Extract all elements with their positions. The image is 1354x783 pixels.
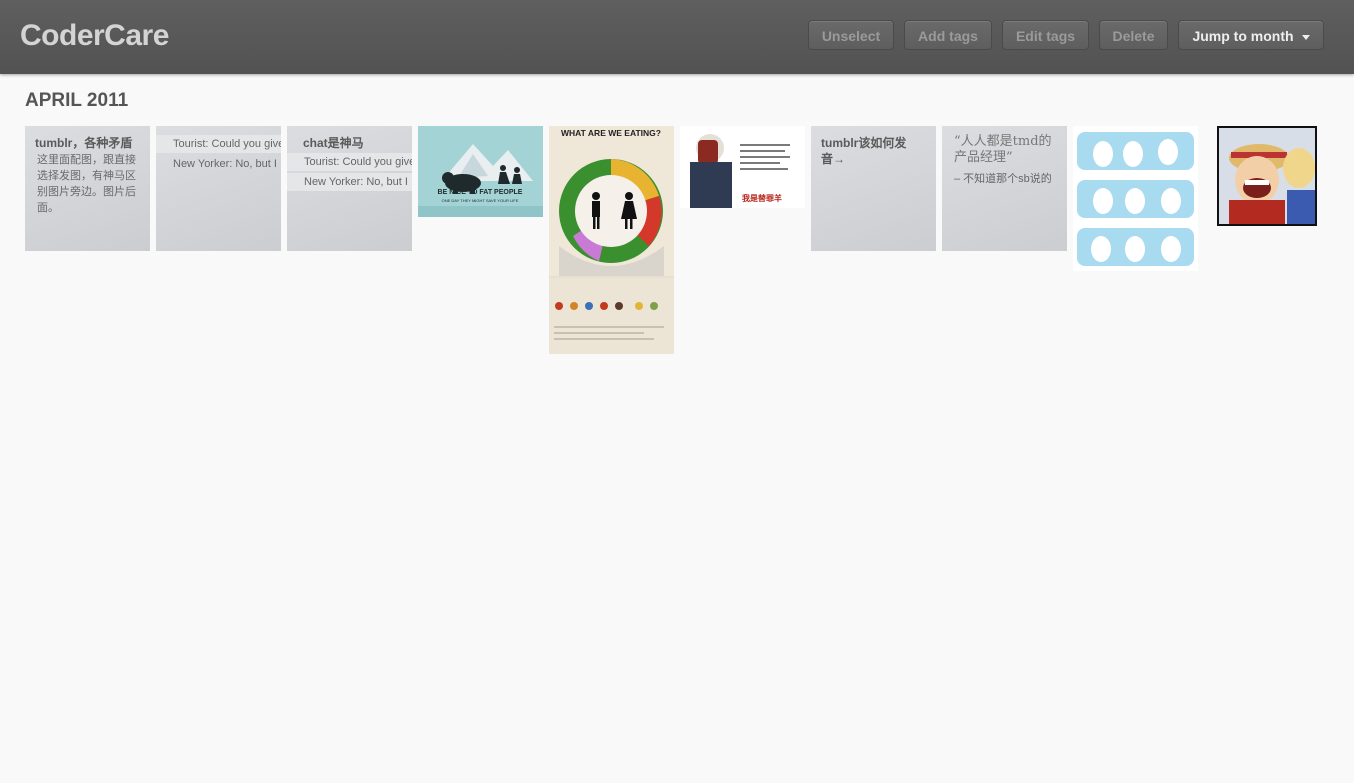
photo-caption: BE NICE TO FAT PEOPLE [438,189,523,196]
infographic-title: WHAT ARE WE EATING? [561,128,661,138]
welder-illustration: 我是替罪羊 [690,134,790,208]
photo-caption: 我是替罪羊 [742,193,782,203]
chat-line: New Yorker: No, but I [287,173,412,191]
cat-comic-image [1077,132,1194,266]
post-body: 这里面配图，跟直接选择发图，有神马区别图片旁边。图片后面。 [37,154,136,214]
post-tile-photo[interactable]: 我是替罪羊 [680,126,805,208]
infographic-image: WHAT ARE WE EATING? [549,126,674,354]
post-title: tumblr该如何发音→ [821,136,907,166]
post-tile-quote[interactable]: “人人都是tmd的产品经理” – 不知道那个sb说的 [942,126,1067,251]
brand-logo[interactable]: CoderCare [20,19,169,53]
add-tags-button[interactable]: Add tags [904,20,992,50]
post-title: tumblr，各种矛盾 [35,136,133,150]
post-tile-photo[interactable]: BE NICE TO FAT PEOPLE ONE DAY THEY MIGHT… [418,126,543,217]
anime-illustration [1219,128,1315,224]
chat-line: Tourist: Could you give [156,135,281,153]
post-tile-photo[interactable] [1073,126,1198,271]
quote-source: – 不知道那个sb说的 [954,173,1052,185]
chat-line: Tourist: Could you give [287,153,412,171]
post-tile-chat[interactable]: chat是神马 Tourist: Could you give New York… [287,126,412,251]
delete-button[interactable]: Delete [1099,20,1168,50]
post-tile-chat[interactable]: Tourist: Could you give New Yorker: No, … [156,126,281,251]
post-tile-text[interactable]: tumblr该如何发音→ [811,126,936,251]
month-heading: APRIL 2011 [25,90,129,111]
caret-down-icon [1301,34,1310,40]
quote-text: “人人都是tmd的产品经理” [954,134,1052,165]
post-tile-text[interactable]: tumblr，各种矛盾 这里面配图，跟直接选择发图，有神马区别图片旁边。图片后面… [25,126,150,251]
jump-to-month-label: Jump to month [1192,28,1294,44]
bear-illustration: BE NICE TO FAT PEOPLE ONE DAY THEY MIGHT… [418,144,543,217]
post-title: chat是神马 [303,136,364,150]
chat-line: New Yorker: No, but I [173,158,277,170]
unselect-button[interactable]: Unselect [808,20,894,50]
photo-subcaption: ONE DAY THEY MIGHT SAVE YOUR LIFE [442,198,519,203]
post-tile-photo[interactable]: WHAT ARE WE EATING? [549,126,674,354]
top-navbar: CoderCare Unselect Add tags Edit tags De… [0,0,1354,74]
post-tile-photo-selected[interactable] [1217,126,1317,226]
jump-to-month-dropdown[interactable]: Jump to month [1178,20,1324,50]
edit-tags-button[interactable]: Edit tags [1002,20,1089,50]
